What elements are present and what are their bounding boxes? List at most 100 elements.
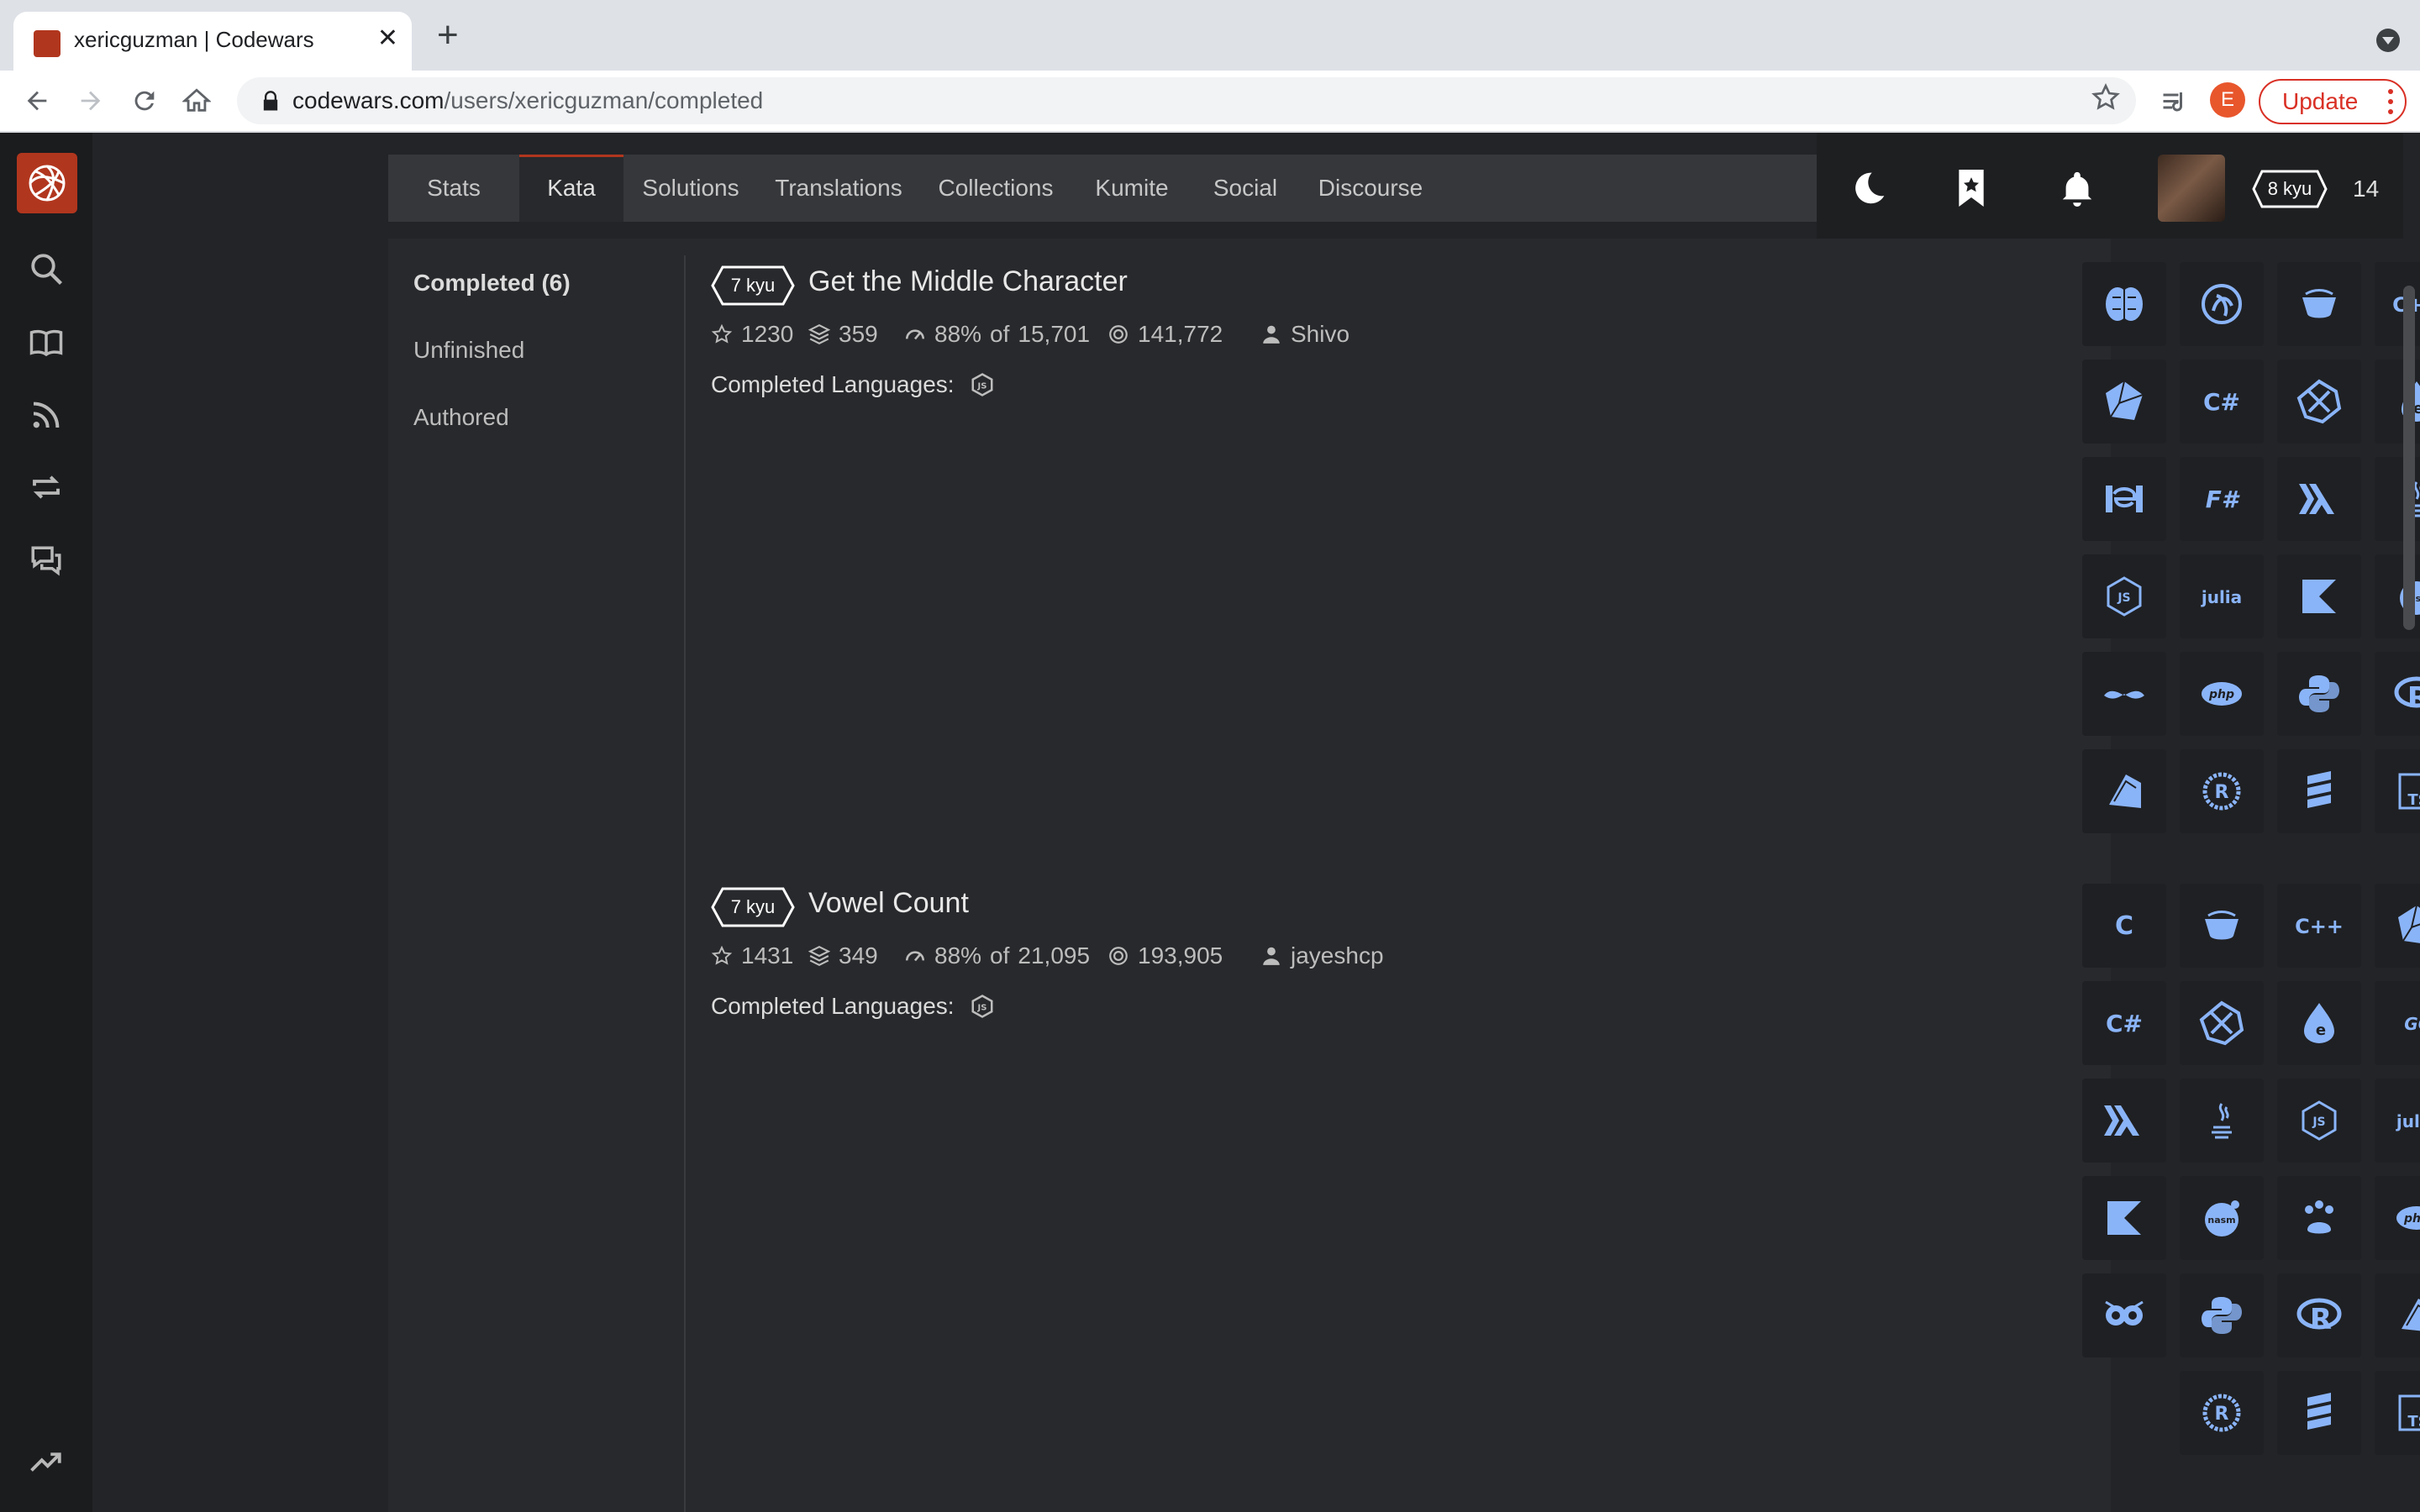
language-ruby-icon[interactable] — [2082, 749, 2166, 833]
bookmark-star-icon[interactable] — [2091, 82, 2121, 117]
language-haskell-icon[interactable] — [2277, 457, 2361, 541]
language-coffeescript-icon[interactable] — [2180, 884, 2264, 968]
repeat-icon[interactable] — [28, 469, 65, 506]
address-bar[interactable]: codewars.com/users/xericguzman/completed — [237, 77, 2136, 124]
language-julia-icon[interactable]: julia — [2180, 554, 2264, 638]
svg-text:R: R — [2215, 782, 2229, 803]
language-pawn-icon[interactable] — [2277, 1176, 2361, 1260]
language-r-icon[interactable]: R — [2375, 652, 2420, 736]
language-python-icon[interactable] — [2180, 1273, 2264, 1357]
language-f--icon[interactable]: F# — [2180, 457, 2264, 541]
language-scala-icon[interactable] — [2277, 1371, 2361, 1455]
svg-text:JS: JS — [2117, 591, 2130, 605]
rss-icon[interactable] — [28, 396, 65, 433]
forward-icon[interactable] — [74, 84, 108, 118]
kata-title-link[interactable]: Vowel Count — [808, 887, 969, 920]
language-javascript-icon[interactable]: JS — [2082, 554, 2166, 638]
language-javascript-icon[interactable]: JS — [2277, 1079, 2361, 1163]
language-php-icon[interactable]: php — [2180, 652, 2264, 736]
language-dart-icon[interactable] — [2180, 981, 2264, 1065]
language-perl-icon[interactable] — [2082, 652, 2166, 736]
language-crystal-icon[interactable] — [2082, 360, 2166, 444]
language-coffeescript-icon[interactable] — [2277, 262, 2361, 346]
language-crystal-icon[interactable] — [2375, 884, 2420, 968]
language-c--icon[interactable]: C# — [2180, 360, 2264, 444]
language-clojure-icon[interactable] — [2180, 262, 2264, 346]
svg-text:R: R — [2215, 1404, 2229, 1425]
reload-icon[interactable] — [128, 84, 161, 118]
honor-count: 14 — [2353, 176, 2380, 202]
subnav-authored[interactable]: Authored — [413, 406, 666, 429]
user-icon — [1263, 325, 1280, 344]
language-c--icon[interactable]: C# — [2082, 981, 2166, 1065]
tab-solutions[interactable]: Solutions — [623, 155, 758, 222]
kyu-text: 7 kyu — [730, 896, 776, 917]
trending-icon[interactable] — [28, 1443, 65, 1480]
author-link[interactable]: jayeshcp — [1291, 939, 1384, 973]
language-python-icon[interactable] — [2277, 652, 2361, 736]
language-kotlin-icon[interactable] — [2277, 554, 2361, 638]
completed-languages-label: Completed Languages: — [711, 371, 955, 397]
language-kotlin-icon[interactable] — [2082, 1176, 2166, 1260]
chat-icon[interactable] — [28, 543, 65, 580]
language-typescript-icon[interactable]: TS — [2375, 749, 2420, 833]
author-link[interactable]: Shivo — [1291, 318, 1349, 351]
tab-translations[interactable]: Translations — [758, 155, 919, 222]
tab-search-button[interactable] — [2376, 29, 2400, 52]
home-icon[interactable] — [180, 84, 213, 118]
language-c--icon[interactable]: C++ — [2277, 884, 2361, 968]
language-haskell-icon[interactable] — [2082, 1079, 2166, 1163]
user-avatar[interactable] — [2158, 155, 2225, 222]
language-r-icon[interactable]: R — [2277, 1273, 2361, 1357]
tab-collections[interactable]: Collections — [919, 155, 1072, 222]
language-nasm-icon[interactable]: nasm — [2180, 1176, 2264, 1260]
subnav-unfinished[interactable]: Unfinished — [413, 339, 666, 362]
notification-bell-icon[interactable] — [2055, 166, 2099, 210]
tab-kumite[interactable]: Kumite — [1072, 155, 1192, 222]
dark-mode-moon-icon[interactable] — [1847, 166, 1891, 210]
language-ruby-icon[interactable] — [2375, 1273, 2420, 1357]
tab-social[interactable]: Social — [1192, 155, 1299, 222]
completions-stat: 141,772 — [1107, 318, 1223, 351]
book-icon[interactable] — [28, 324, 65, 361]
language-c-icon[interactable]: C — [2082, 884, 2166, 968]
more-icon[interactable] — [2388, 89, 2393, 119]
update-button[interactable]: Update — [2259, 79, 2407, 124]
tab-kata[interactable]: Kata — [519, 155, 623, 222]
language-powershell-icon[interactable] — [2082, 1273, 2166, 1357]
language-dart-icon[interactable] — [2277, 360, 2361, 444]
language-rust-icon[interactable]: R — [2180, 749, 2264, 833]
satisfaction-stat: 88% of 15,701 — [904, 318, 1090, 351]
svg-text:C++: C++ — [2296, 915, 2343, 938]
tab-discourse[interactable]: Discourse — [1299, 155, 1442, 222]
layers-icon — [808, 945, 830, 967]
language-java-icon[interactable] — [2180, 1079, 2264, 1163]
search-icon[interactable] — [28, 250, 65, 287]
language-scala-icon[interactable] — [2277, 749, 2361, 833]
language-rust-icon[interactable]: R — [2180, 1371, 2264, 1455]
page-scrollbar[interactable] — [2403, 286, 2415, 630]
browser-tab[interactable]: xericguzman | Codewars ✕ — [13, 12, 412, 71]
profile-avatar[interactable]: E — [2210, 82, 2245, 118]
stars-stat: 1230 — [711, 318, 793, 351]
kata-panel: Completed (6) Unfinished Authored 7 kyu … — [388, 239, 2420, 1512]
close-tab-icon[interactable]: ✕ — [377, 24, 398, 54]
target-icon — [1109, 325, 1128, 344]
bookmark-icon[interactable] — [1949, 166, 1993, 210]
language-erlang-icon[interactable] — [2082, 457, 2166, 541]
language-brainfuck-icon[interactable] — [2082, 262, 2166, 346]
language-go-icon[interactable]: GO — [2375, 981, 2420, 1065]
back-icon[interactable] — [20, 84, 54, 118]
tab-stats[interactable]: Stats — [388, 155, 519, 222]
language-elixir-icon[interactable]: e — [2277, 981, 2361, 1065]
media-control-icon[interactable] — [2160, 87, 2190, 122]
codewars-logo-icon[interactable] — [17, 153, 77, 213]
language-julia-icon[interactable]: julia — [2375, 1079, 2420, 1163]
svg-text:TS: TS — [2407, 1413, 2420, 1431]
subnav-completed[interactable]: Completed (6) — [413, 271, 666, 295]
language-typescript-icon[interactable]: TS — [2375, 1371, 2420, 1455]
language-php-icon[interactable]: php — [2375, 1176, 2420, 1260]
user-header: 8 kyu 14 — [1817, 133, 2403, 239]
new-tab-button[interactable]: + — [437, 17, 459, 54]
kata-title-link[interactable]: Get the Middle Character — [808, 265, 1128, 298]
